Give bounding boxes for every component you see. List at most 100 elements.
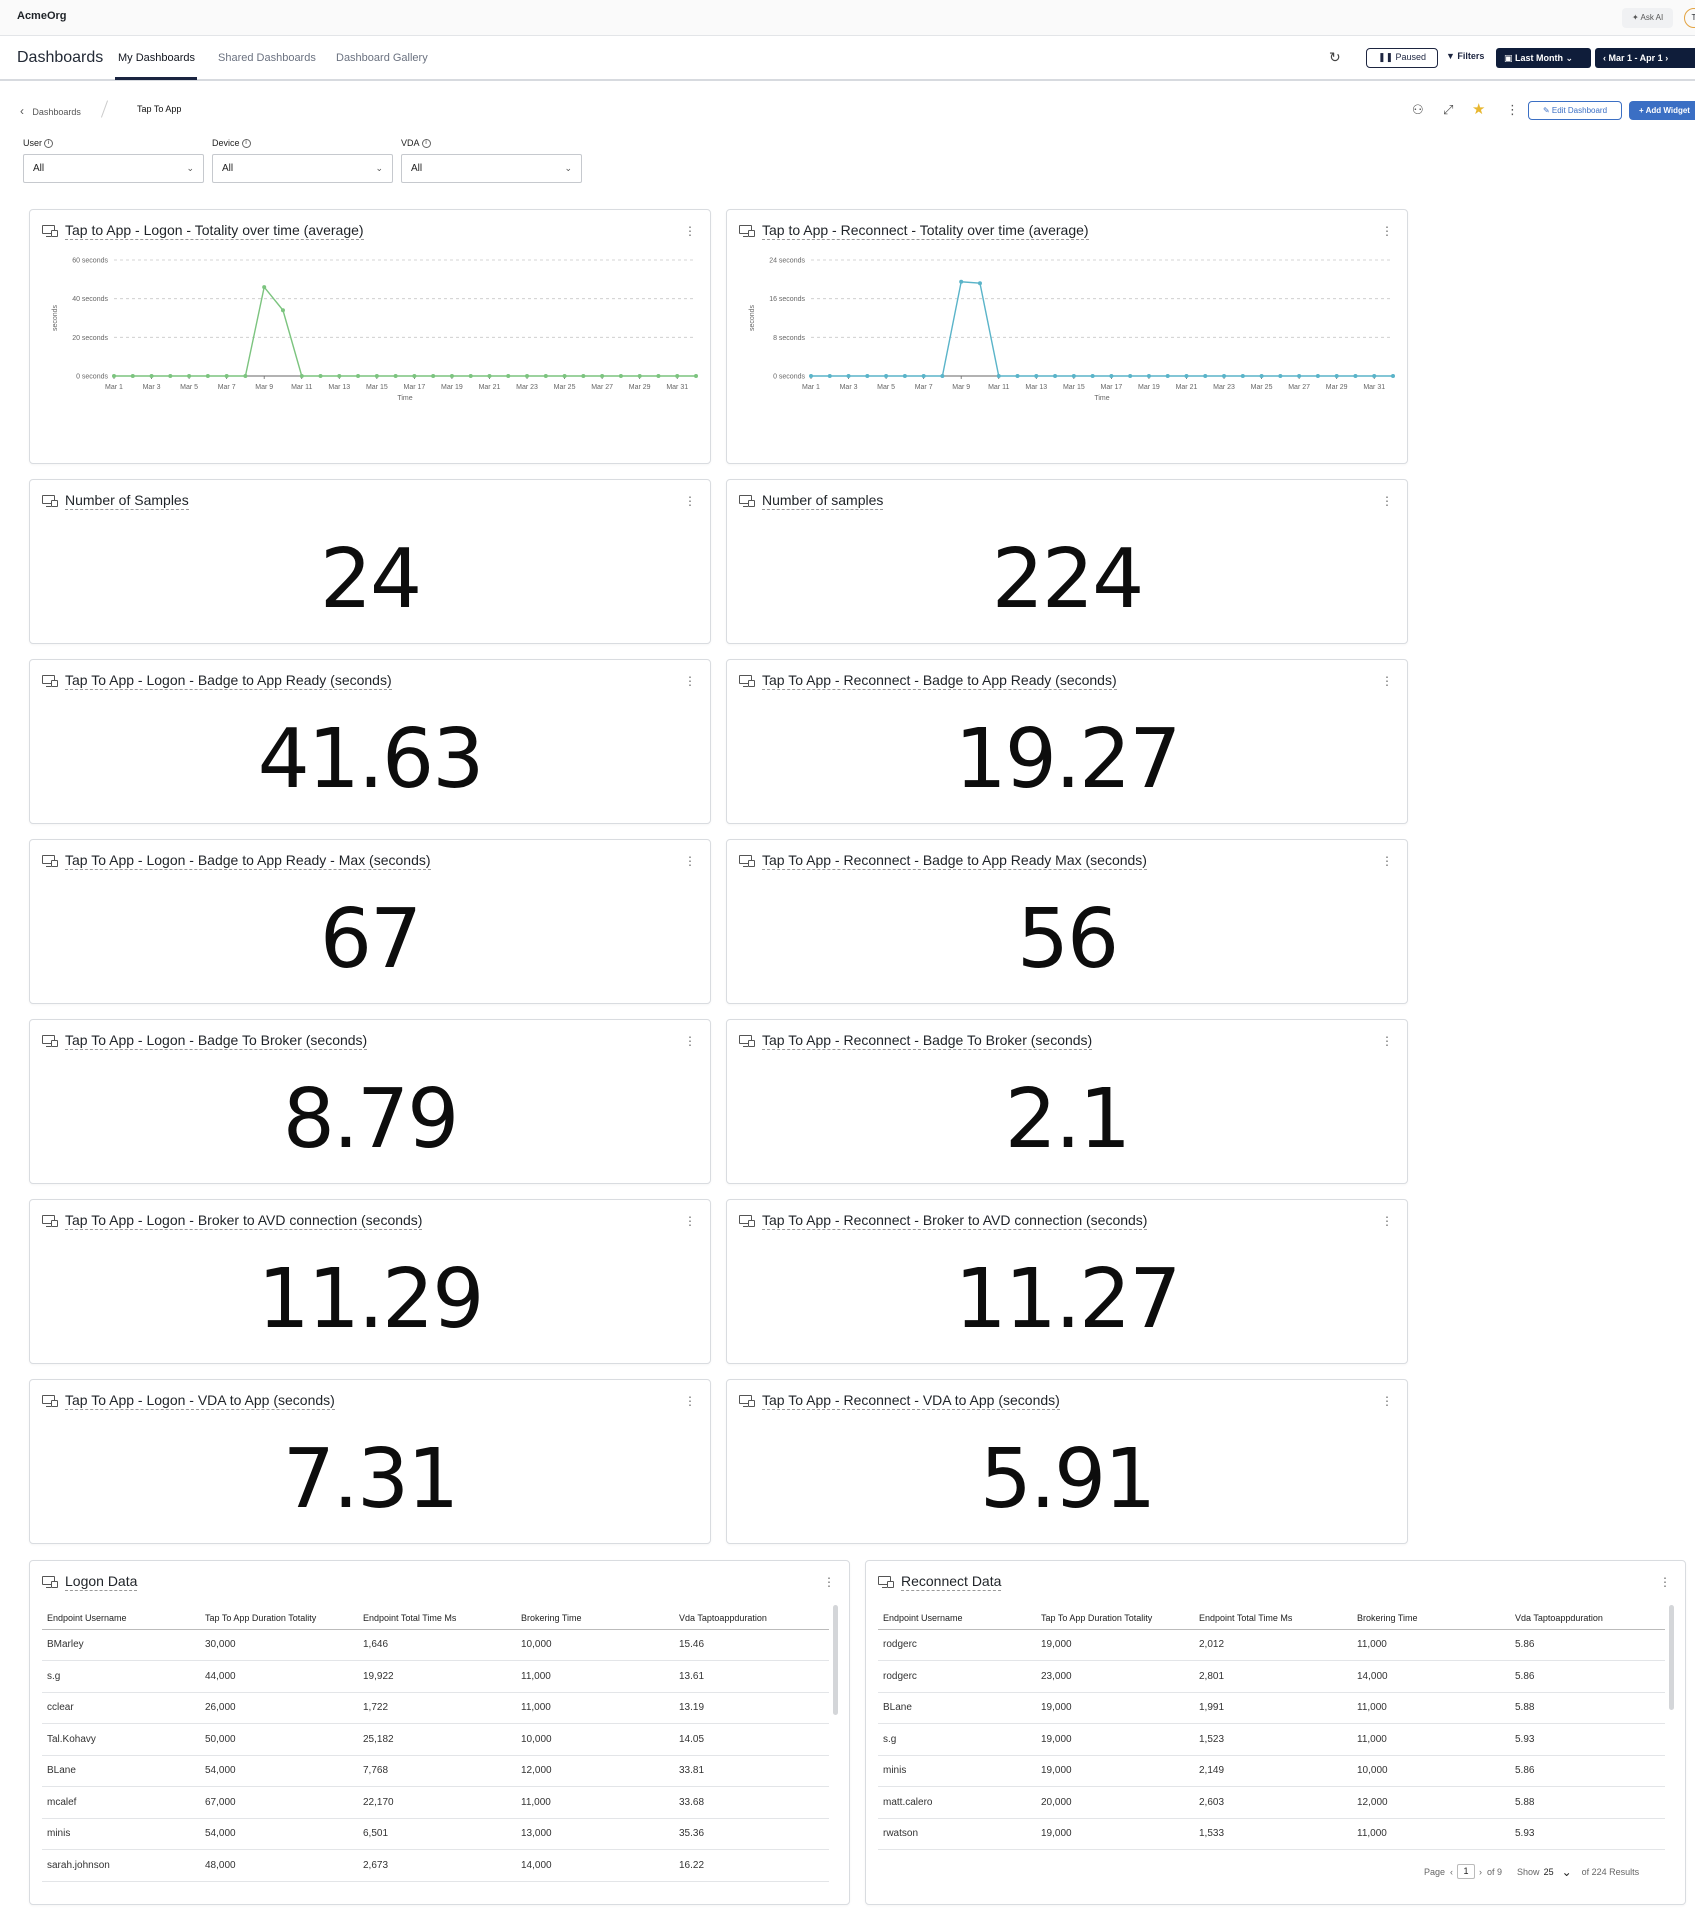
table-cell: 25,182 bbox=[358, 1723, 516, 1756]
table-row[interactable]: BMarley 30,000 1,646 10,000 15.46 bbox=[42, 1629, 829, 1661]
chevron-right-icon[interactable]: › bbox=[1479, 1867, 1482, 1877]
table-row[interactable]: cclear 26,000 1,722 11,000 13.19 bbox=[42, 1692, 829, 1724]
column-header[interactable]: Endpoint Total Time Ms bbox=[358, 1607, 516, 1630]
page-number-input[interactable]: 1 bbox=[1457, 1864, 1476, 1879]
x-tick-label: Mar 9 bbox=[255, 384, 273, 391]
logon-line-chart: 0 seconds 20 seconds 40 seconds 60 seconds M… bbox=[52, 258, 698, 402]
table-row[interactable]: mcalef 67,000 22,170 11,000 33.68 bbox=[42, 1786, 829, 1819]
vertical-scrollbar[interactable] bbox=[1669, 1605, 1674, 1710]
metric-value: 19.27 bbox=[954, 712, 1182, 807]
table-row[interactable]: matt.calero 20,000 2,603 12,000 5.88 bbox=[878, 1786, 1665, 1819]
table-row[interactable]: rodgerc 19,000 2,012 11,000 5.86 bbox=[878, 1629, 1665, 1661]
page-size-select[interactable]: 25 bbox=[1544, 1867, 1554, 1877]
more-vertical-icon[interactable]: ⋮ bbox=[1381, 854, 1393, 868]
star-icon[interactable]: ★ bbox=[1472, 100, 1485, 118]
expand-icon[interactable]: ⤢ bbox=[1443, 102, 1453, 118]
device-filter-select[interactable]: All ⌄ bbox=[212, 154, 393, 183]
card-header: Tap To App - Logon - Badge To Broker (se… bbox=[42, 1032, 368, 1050]
data-point bbox=[921, 374, 926, 378]
more-vertical-icon[interactable]: ⋮ bbox=[1506, 102, 1519, 118]
more-vertical-icon[interactable]: ⋮ bbox=[684, 1034, 696, 1048]
table-cell: 2,673 bbox=[358, 1849, 516, 1882]
table-row[interactable]: rodgerc 23,000 2,801 14,000 5.86 bbox=[878, 1660, 1665, 1693]
x-tick-label: Mar 23 bbox=[1213, 384, 1235, 391]
column-header[interactable]: Endpoint Username bbox=[42, 1607, 200, 1630]
table-cell: 19,000 bbox=[1036, 1629, 1194, 1661]
data-point bbox=[977, 281, 982, 286]
more-vertical-icon[interactable]: ⋮ bbox=[684, 1214, 696, 1228]
column-header[interactable]: Endpoint Username bbox=[878, 1607, 1036, 1630]
user-filter-select[interactable]: All ⌄ bbox=[23, 154, 204, 183]
add-widget-button[interactable]: + Add Widget bbox=[1629, 101, 1695, 120]
column-header[interactable]: Brokering Time bbox=[516, 1607, 674, 1630]
table-row[interactable]: s.g 44,000 19,922 11,000 13.61 bbox=[42, 1660, 829, 1693]
table-cell: 2,149 bbox=[1194, 1755, 1352, 1787]
table-cell: cclear bbox=[42, 1692, 200, 1724]
tab-shared-dashboards[interactable]: Shared Dashboards bbox=[218, 52, 316, 64]
table-row[interactable]: minis 54,000 6,501 13,000 35.36 bbox=[42, 1818, 829, 1850]
x-tick-label: Mar 5 bbox=[877, 384, 895, 391]
chevron-left-icon[interactable]: ‹ bbox=[1450, 1867, 1453, 1877]
more-vertical-icon[interactable]: ⋮ bbox=[1659, 1575, 1671, 1589]
add-widget-label: Add Widget bbox=[1645, 106, 1690, 115]
table-row[interactable]: BLane 19,000 1,991 11,000 5.88 bbox=[878, 1692, 1665, 1724]
table-row[interactable]: BLane 54,000 7,768 12,000 33.81 bbox=[42, 1755, 829, 1787]
nav-bar: Dashboards My Dashboards Shared Dashboar… bbox=[0, 36, 1695, 81]
more-vertical-icon[interactable]: ⋮ bbox=[684, 494, 696, 508]
last-month-label: Last Month bbox=[1515, 53, 1564, 63]
paused-button[interactable]: ❚❚ Paused bbox=[1366, 48, 1438, 68]
tab-my-dashboards[interactable]: My Dashboards bbox=[118, 52, 195, 64]
edit-dashboard-label: Edit Dashboard bbox=[1551, 106, 1608, 115]
ask-ai-button[interactable]: ✦ Ask AI bbox=[1622, 8, 1674, 28]
vertical-scrollbar[interactable] bbox=[833, 1605, 838, 1715]
data-point bbox=[675, 374, 680, 378]
more-vertical-icon[interactable]: ⋮ bbox=[684, 674, 696, 688]
vda-filter-select[interactable]: All ⌄ bbox=[401, 154, 582, 183]
refresh-icon[interactable]: ↻ bbox=[1329, 49, 1341, 66]
date-range-picker[interactable]: ‹ Mar 1 - Apr 1 › bbox=[1595, 48, 1695, 68]
more-vertical-icon[interactable]: ⋮ bbox=[1381, 494, 1393, 508]
metric-value: 2.1 bbox=[1004, 1072, 1131, 1167]
table-row[interactable]: s.g 19,000 1,523 11,000 5.93 bbox=[878, 1723, 1665, 1756]
metric-card: Tap To App - Logon - Badge to App Ready … bbox=[29, 659, 711, 824]
table-row[interactable]: rwatson 19,000 1,533 11,000 5.93 bbox=[878, 1818, 1665, 1850]
more-vertical-icon[interactable]: ⋮ bbox=[1381, 1394, 1393, 1408]
avatar[interactable]: T bbox=[1684, 8, 1695, 28]
column-header[interactable]: Tap To App Duration Totality bbox=[1036, 1607, 1194, 1630]
more-vertical-icon[interactable]: ⋮ bbox=[1381, 1214, 1393, 1228]
reconnect-totality-chart-card: Tap to App - Reconnect - Totality over t… bbox=[726, 209, 1408, 464]
table-cell: 5.88 bbox=[1510, 1692, 1665, 1724]
tab-dashboard-gallery[interactable]: Dashboard Gallery bbox=[336, 52, 428, 64]
chevron-down-icon[interactable]: ⌄ bbox=[1562, 1865, 1572, 1879]
more-vertical-icon[interactable]: ⋮ bbox=[823, 1575, 835, 1589]
column-header[interactable]: Vda Taptoappduration bbox=[674, 1607, 829, 1630]
data-point bbox=[1090, 374, 1095, 378]
table-cell: 11,000 bbox=[516, 1786, 674, 1819]
filter-label-device: Device i bbox=[212, 138, 251, 149]
column-header[interactable]: Brokering Time bbox=[1352, 1607, 1510, 1630]
table-cell: 13.61 bbox=[674, 1660, 829, 1693]
table-row[interactable]: minis 19,000 2,149 10,000 5.86 bbox=[878, 1755, 1665, 1787]
card-title: Tap To App - Logon - Badge to App Ready … bbox=[65, 852, 431, 870]
breadcrumb[interactable]: ‹ Dashboards bbox=[20, 104, 81, 118]
more-vertical-icon[interactable]: ⋮ bbox=[684, 1394, 696, 1408]
column-header[interactable]: Vda Taptoappduration bbox=[1510, 1607, 1665, 1630]
x-tick-label: Mar 11 bbox=[988, 384, 1009, 391]
more-vertical-icon[interactable]: ⋮ bbox=[684, 854, 696, 868]
filters-button[interactable]: ▼ Filters bbox=[1446, 51, 1484, 61]
table-row[interactable]: sarah.johnson 48,000 2,673 14,000 16.22 bbox=[42, 1849, 829, 1882]
data-point bbox=[280, 308, 285, 313]
breadcrumb-parent[interactable]: Dashboards bbox=[32, 107, 81, 117]
metric-card: Number of Samples ⋮ 24 bbox=[29, 479, 711, 644]
more-vertical-icon[interactable]: ⋮ bbox=[1381, 1034, 1393, 1048]
last-month-select[interactable]: ▣ Last Month ⌄ bbox=[1496, 48, 1591, 68]
more-vertical-icon[interactable]: ⋮ bbox=[1381, 674, 1393, 688]
share-users-icon[interactable]: ⚇ bbox=[1412, 102, 1424, 118]
edit-dashboard-button[interactable]: ✎ Edit Dashboard bbox=[1528, 101, 1622, 120]
data-point bbox=[618, 374, 623, 378]
chevron-right-icon[interactable]: › bbox=[1663, 53, 1668, 63]
data-point bbox=[1334, 374, 1339, 378]
table-row[interactable]: Tal.Kohavy 50,000 25,182 10,000 14.05 bbox=[42, 1723, 829, 1756]
column-header[interactable]: Tap To App Duration Totality bbox=[200, 1607, 358, 1630]
column-header[interactable]: Endpoint Total Time Ms bbox=[1194, 1607, 1352, 1630]
